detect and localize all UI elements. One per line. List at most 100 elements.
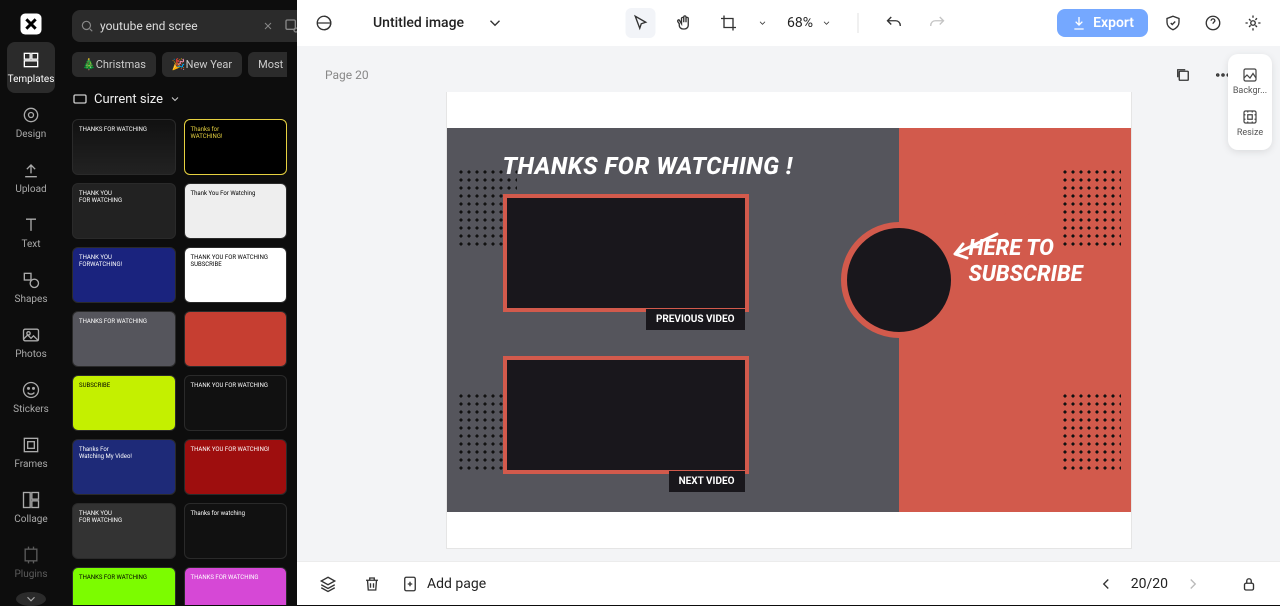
rail-text[interactable]: Text: [7, 207, 55, 258]
template-thumb[interactable]: Thanks ForWatching My Video!: [72, 439, 176, 495]
divider: [857, 13, 858, 33]
shield-button[interactable]: [1158, 8, 1188, 38]
page-nav: 20/20: [1091, 569, 1264, 599]
chip-christmas[interactable]: 🎄Christmas: [72, 52, 156, 77]
endcard-right: CLICK HERE TO SUBSCRIBE: [899, 128, 1131, 512]
undo-button[interactable]: [878, 8, 908, 38]
rail-templates-label: Templates: [8, 74, 55, 85]
rail-frames-label: Frames: [14, 459, 47, 470]
next-page-button[interactable]: [1178, 569, 1208, 599]
delete-page-button[interactable]: [357, 569, 387, 599]
subscribe-line3: SUBSCRIBE: [969, 262, 1083, 287]
rail-collage-label: Collage: [14, 514, 47, 525]
template-thumb[interactable]: THANKS FOR WATCHING: [72, 567, 176, 605]
rail-upload[interactable]: Upload: [7, 152, 55, 203]
chip-newyear[interactable]: 🎉New Year: [162, 52, 242, 77]
search-input[interactable]: [100, 19, 256, 33]
doc-title[interactable]: Untitled image: [373, 15, 464, 31]
chevron-down-icon[interactable]: [757, 18, 767, 28]
search-icon: [80, 19, 94, 33]
resize-label: Resize: [1237, 128, 1263, 138]
rail-shapes[interactable]: Shapes: [7, 262, 55, 313]
background-label: Backgr...: [1233, 86, 1267, 96]
title-menu-button[interactable]: [480, 8, 510, 38]
canvas-area: Page 20 THANKS FOR WATCHING ! PREVIOUS V…: [297, 46, 1280, 561]
zoom-level[interactable]: 68%: [787, 15, 831, 31]
template-thumb[interactable]: THANKS FOR WATCHING: [72, 311, 176, 367]
export-label: Export: [1093, 15, 1134, 31]
top-bar: Untitled image 68% Export: [297, 0, 1280, 46]
size-label: Current size: [94, 92, 163, 107]
rail-photos[interactable]: Photos: [7, 317, 55, 368]
rail-plugins-label: Plugins: [15, 569, 48, 580]
rail-plugins[interactable]: Plugins: [7, 537, 55, 588]
chevron-down-icon: [821, 18, 831, 28]
add-page-label: Add page: [427, 576, 486, 592]
chevron-down-icon: [169, 93, 181, 105]
subscribe-text[interactable]: CLICK HERE TO SUBSCRIBE: [969, 210, 1083, 288]
right-panel: Backgr... Resize: [1228, 54, 1272, 150]
size-filter[interactable]: Current size: [72, 91, 287, 107]
zoom-value: 68%: [787, 15, 813, 31]
rail-templates[interactable]: Templates: [7, 42, 55, 93]
previous-video-box[interactable]: PREVIOUS VIDEO: [503, 194, 749, 312]
add-page-button[interactable]: Add page: [401, 575, 486, 593]
next-video-box[interactable]: NEXT VIDEO: [503, 356, 749, 474]
template-thumb[interactable]: Thanks forWATCHING!: [184, 119, 288, 175]
rail-collage[interactable]: Collage: [7, 482, 55, 533]
page-number-label: Page 20: [325, 68, 369, 82]
assets-button[interactable]: [309, 8, 339, 38]
decorative-dots: [1061, 392, 1121, 472]
rail-stickers-label: Stickers: [13, 404, 49, 415]
template-thumb[interactable]: [184, 311, 288, 367]
lock-button[interactable]: [1234, 569, 1264, 599]
help-button[interactable]: [1198, 8, 1228, 38]
select-tool[interactable]: [625, 8, 655, 38]
rail-frames[interactable]: Frames: [7, 427, 55, 478]
prev-page-button[interactable]: [1091, 569, 1121, 599]
templates-sidebar: 🎄Christmas 🎉New Year Most Current size T…: [62, 0, 297, 605]
template-thumb[interactable]: Thank You For Watching: [184, 183, 288, 239]
search-box[interactable]: [72, 10, 308, 42]
canvas-page[interactable]: THANKS FOR WATCHING ! PREVIOUS VIDEO NEX…: [447, 92, 1131, 548]
settings-button[interactable]: [1238, 8, 1268, 38]
crop-tool[interactable]: [713, 8, 743, 38]
resize-button[interactable]: Resize: [1237, 102, 1263, 144]
rail-upload-label: Upload: [15, 184, 46, 195]
app-main: Templates Design Upload Text Shapes Phot…: [0, 0, 1280, 605]
template-thumb[interactable]: THANK YOUFOR WATCHING: [72, 503, 176, 559]
background-button[interactable]: Backgr...: [1233, 60, 1267, 102]
rail-text-label: Text: [21, 239, 40, 250]
template-thumb[interactable]: THANK YOU FOR WATCHINGSUBSCRIBE: [184, 247, 288, 303]
duplicate-page-button[interactable]: [1168, 60, 1198, 90]
chip-most[interactable]: Most: [248, 52, 287, 77]
rail-shapes-label: Shapes: [15, 294, 48, 305]
layers-button[interactable]: [313, 569, 343, 599]
previous-video-label: PREVIOUS VIDEO: [646, 309, 745, 330]
subscribe-circle[interactable]: [841, 222, 957, 338]
template-thumb[interactable]: THANKS FOR WATCHING: [72, 119, 176, 175]
template-thumb[interactable]: SUBSCRIBE: [72, 375, 176, 431]
size-icon: [72, 91, 88, 107]
subscribe-line1: CLICK: [969, 210, 1028, 235]
template-thumb[interactable]: THANKS FOR WATCHING: [184, 567, 288, 605]
bottom-bar: Add page 20/20: [297, 561, 1280, 605]
hand-tool[interactable]: [669, 8, 699, 38]
clear-search-icon[interactable]: [262, 20, 274, 32]
template-thumb[interactable]: THANK YOUFOR WATCHING: [72, 183, 176, 239]
app-logo[interactable]: [8, 10, 54, 38]
template-thumb[interactable]: THANK YOU FOR WATCHING!: [184, 439, 288, 495]
rail-design[interactable]: Design: [7, 97, 55, 148]
export-button[interactable]: Export: [1057, 9, 1148, 37]
template-thumb[interactable]: THANK YOUFORWATCHING!: [72, 247, 176, 303]
template-grid: THANKS FOR WATCHING Thanks forWATCHING! …: [72, 119, 287, 605]
rail-more-button[interactable]: [16, 592, 46, 606]
template-thumb[interactable]: Thanks for watching: [184, 503, 288, 559]
rail-design-label: Design: [16, 129, 47, 140]
template-thumb[interactable]: THANK YOU FOR WATCHING: [184, 375, 288, 431]
page-header: Page 20: [297, 46, 1280, 92]
rail-stickers[interactable]: Stickers: [7, 372, 55, 423]
subscribe-line2: HERE TO: [969, 236, 1054, 261]
redo-button[interactable]: [922, 8, 952, 38]
endcard-title[interactable]: THANKS FOR WATCHING !: [503, 152, 899, 180]
